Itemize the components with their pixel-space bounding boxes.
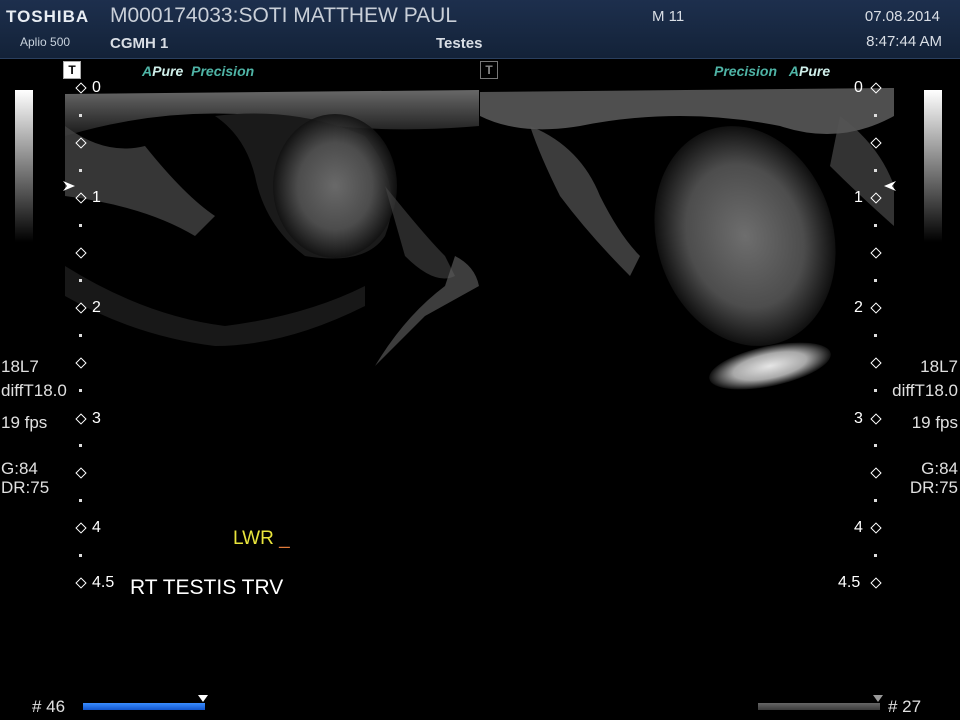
grayscale-bar-right xyxy=(924,90,942,242)
preset-precision: Precision xyxy=(191,63,255,79)
depth-tick xyxy=(79,334,82,337)
depth-label: 4 xyxy=(854,519,863,536)
preset-precision: Precision xyxy=(714,63,778,79)
depth-tick xyxy=(79,389,82,392)
depth-label: 2 xyxy=(92,299,101,316)
depth-label: 4.5 xyxy=(92,574,115,591)
param-right-dr: DR:75 xyxy=(909,478,958,497)
preset-a: A xyxy=(142,63,153,79)
brand-logo: TOSHIBA xyxy=(6,7,90,26)
system-model: Aplio 500 xyxy=(20,35,71,49)
preset-label-right: Precision APure xyxy=(714,63,830,79)
text-cursor: _ xyxy=(279,528,290,549)
transducer-active-icon[interactable]: T xyxy=(63,61,81,79)
patient-id-name: M000174033:SOTI MATTHEW PAUL xyxy=(110,4,458,27)
ultrasound-image-left xyxy=(65,86,479,586)
depth-tick xyxy=(79,444,82,447)
mode-indicator: M 11 xyxy=(652,8,685,25)
depth-label: 1 xyxy=(92,189,101,206)
grayscale-bar-left xyxy=(15,90,33,242)
param-left-probe: 18L7 xyxy=(1,357,39,376)
depth-label: 1 xyxy=(854,189,863,206)
param-right-gain: G:84 xyxy=(921,459,958,478)
param-left-fps: 19 fps xyxy=(1,413,48,432)
hospital-name: CGMH 1 xyxy=(110,35,169,52)
depth-label: 0 xyxy=(92,79,101,96)
image-caption[interactable]: RT TESTIS TRV xyxy=(130,576,283,600)
focus-marker-right-icon[interactable] xyxy=(884,181,896,191)
exam-time: 8:47:44 AM xyxy=(866,33,942,50)
annotation-lwr-text: LWR xyxy=(233,528,274,549)
preset-a: A xyxy=(788,63,800,79)
depth-tick xyxy=(79,169,82,172)
preset-pure: Pure xyxy=(152,63,184,79)
depth-tick xyxy=(79,279,82,282)
focus-marker-left-icon[interactable] xyxy=(63,181,75,191)
depth-label: 2 xyxy=(854,299,863,316)
depth-tick xyxy=(79,224,82,227)
depth-tick xyxy=(79,499,82,502)
frame-counter-right: # 27 xyxy=(888,697,922,716)
depth-tick xyxy=(874,554,877,557)
depth-tick xyxy=(874,114,877,117)
depth-tick xyxy=(874,499,877,502)
depth-label: 0 xyxy=(854,79,863,96)
depth-tick xyxy=(874,224,877,227)
ultrasound-image-right xyxy=(480,86,894,586)
depth-tick xyxy=(79,114,82,117)
frame-counter-left: # 46 xyxy=(32,697,66,716)
depth-tick xyxy=(874,169,877,172)
param-left-freq: diffT18.0 xyxy=(1,381,67,400)
depth-label: 4.5 xyxy=(838,574,861,591)
depth-label: 3 xyxy=(92,410,101,427)
header-bar: TOSHIBA Aplio 500 M000174033:SOTI MATTHE… xyxy=(0,0,960,59)
param-right-fps: 19 fps xyxy=(911,413,958,432)
depth-tick xyxy=(79,554,82,557)
annotation-lwr[interactable]: LWR _ xyxy=(233,528,290,550)
cine-bar-right[interactable] xyxy=(758,703,880,710)
depth-tick xyxy=(874,444,877,447)
param-left-gain: G:84 xyxy=(1,459,38,478)
transducer-inactive-icon[interactable]: T xyxy=(480,61,498,79)
param-right-freq: diffT18.0 xyxy=(892,381,958,400)
exam-date: 07.08.2014 xyxy=(864,8,940,25)
depth-label: 4 xyxy=(92,519,101,536)
param-right-probe: 18L7 xyxy=(920,357,958,376)
depth-tick xyxy=(874,389,877,392)
exam-type: Testes xyxy=(436,35,483,52)
preset-pure: Pure xyxy=(799,63,831,79)
depth-label: 3 xyxy=(854,410,863,427)
cine-position-icon[interactable] xyxy=(873,695,883,702)
param-left-dr: DR:75 xyxy=(1,478,50,497)
cine-position-icon[interactable] xyxy=(198,695,208,702)
depth-tick xyxy=(874,279,877,282)
preset-label-left: APure Precision xyxy=(142,63,254,79)
cine-bar-left[interactable] xyxy=(83,703,205,710)
depth-tick xyxy=(874,334,877,337)
